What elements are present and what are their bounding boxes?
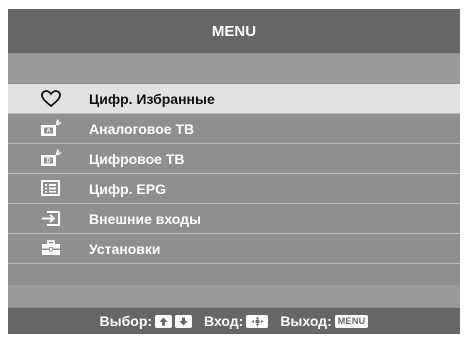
menu-list: Цифр. Избранные A Аналоговое ТВ D Цифров… — [8, 84, 460, 264]
menu-item-settings[interactable]: Установки — [8, 234, 460, 264]
enter-hint: Вход: — [204, 313, 269, 329]
menu-item-label: Цифровое ТВ — [89, 151, 185, 167]
heart-icon — [39, 88, 63, 109]
menu-item-external-inputs[interactable]: Внешние входы — [8, 204, 460, 234]
analog-tv-icon: A — [39, 118, 63, 139]
arrow-down-key-icon — [175, 314, 193, 328]
key-help-bar: Выбор: Вход: Выход: MENU — [8, 308, 460, 334]
svg-text:D: D — [46, 159, 51, 165]
menu-item-label: Установки — [89, 241, 161, 257]
svg-text:A: A — [46, 129, 51, 135]
external-input-icon — [39, 208, 63, 229]
digital-tv-icon: D — [39, 148, 63, 169]
menu-item-label: Внешние входы — [89, 211, 202, 227]
exit-hint: Выход: MENU — [280, 313, 369, 329]
menu-key-icon: MENU — [334, 314, 369, 328]
menu-item-digital-favourites[interactable]: Цифр. Избранные — [8, 84, 460, 114]
exit-hint-label: Выход: — [280, 313, 332, 329]
menu-title: MENU — [8, 9, 460, 53]
enter-hint-label: Вход: — [204, 313, 244, 329]
menu-item-label: Цифр. Избранные — [89, 91, 215, 107]
menu-item-label: Цифр. EPG — [89, 181, 166, 197]
toolbox-icon — [39, 238, 63, 259]
arrow-up-key-icon — [155, 314, 173, 328]
menu-item-label: Аналоговое ТВ — [89, 121, 195, 137]
select-hint-label: Выбор: — [99, 313, 153, 329]
menu-item-digital-tv[interactable]: D Цифровое ТВ — [8, 144, 460, 174]
select-hint: Выбор: — [99, 313, 193, 329]
ok-joystick-key-icon — [246, 314, 269, 328]
tv-menu-panel: MENU Цифр. Избранные A Аналоговое ТВ D Ц… — [8, 9, 460, 334]
menu-item-analog-tv[interactable]: A Аналоговое ТВ — [8, 114, 460, 144]
menu-bottom-spacer — [8, 285, 460, 307]
menu-top-spacer — [8, 54, 460, 83]
menu-item-digital-epg[interactable]: Цифр. EPG — [8, 174, 460, 204]
epg-list-icon — [39, 178, 63, 199]
